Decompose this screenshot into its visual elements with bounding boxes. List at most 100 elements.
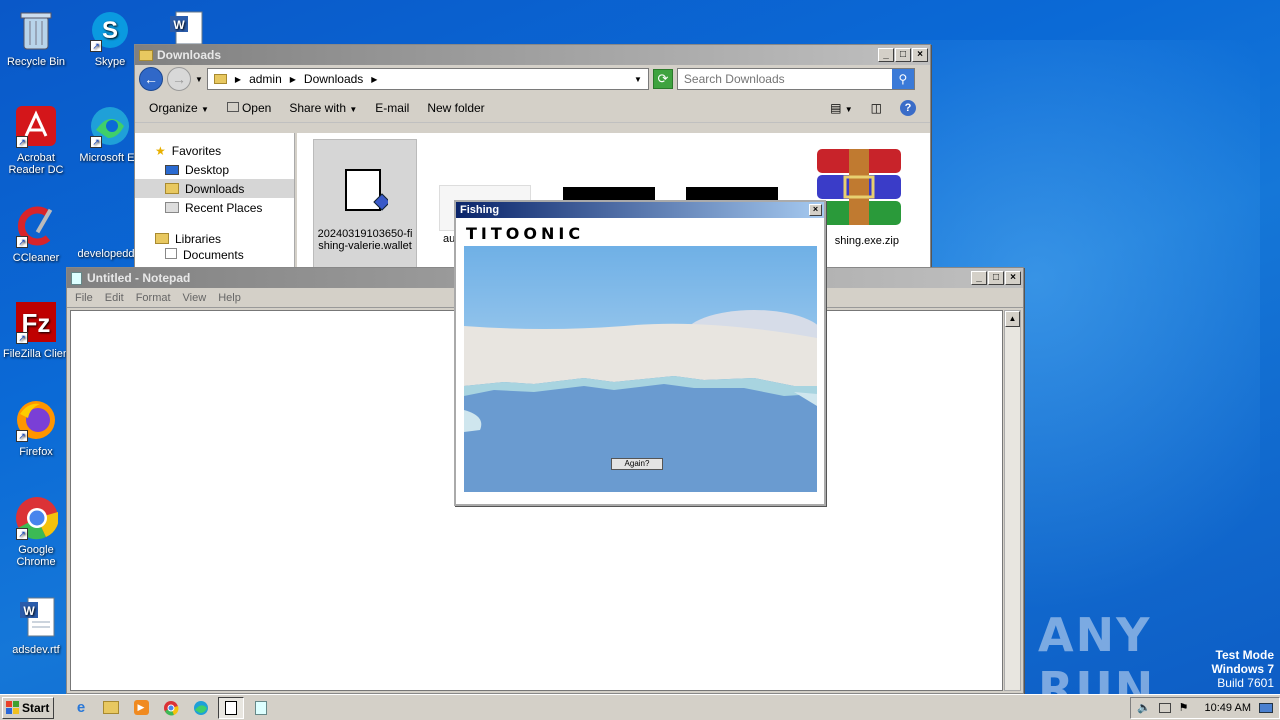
close-button[interactable]: × <box>912 48 928 62</box>
email-button[interactable]: E-mail <box>375 101 409 115</box>
refresh-button[interactable]: ⟳ <box>652 69 673 89</box>
test-mode-text: Test Mode Windows 7 Build 7601 <box>1211 648 1274 690</box>
desktop-icon-firefox[interactable]: ↗ Firefox <box>0 398 72 458</box>
desktop-icon-developedd[interactable]: developedd <box>70 248 142 260</box>
nav-item-label: Desktop <box>185 162 230 177</box>
close-button[interactable]: × <box>809 204 822 216</box>
navigation-pane: ★ Favorites Desktop Downloads Recent Pla… <box>135 133 295 269</box>
taskbar-explorer-button[interactable] <box>98 697 124 719</box>
desktop-icon-ccleaner[interactable]: ↗ CCleaner <box>0 204 72 264</box>
again-button[interactable]: Again? <box>611 458 663 470</box>
breadcrumb-separator-icon[interactable]: ▶ <box>235 75 241 84</box>
back-button[interactable]: ← <box>139 67 163 91</box>
menu-edit[interactable]: Edit <box>105 292 124 304</box>
search-input[interactable] <box>683 72 884 86</box>
organize-button[interactable]: Organize ▼ <box>149 101 209 115</box>
taskbar-edge-button[interactable] <box>188 697 214 719</box>
flag-icon[interactable]: ⚑ <box>1179 701 1189 714</box>
nav-item-documents[interactable]: Documents <box>135 248 294 260</box>
nav-item-downloads[interactable]: Downloads <box>135 179 294 198</box>
share-with-button[interactable]: Share with ▼ <box>289 101 357 115</box>
search-icon[interactable]: ⚲ <box>891 69 914 89</box>
menu-format[interactable]: Format <box>136 292 171 304</box>
breadcrumb-downloads[interactable]: Downloads <box>304 72 363 86</box>
file-name: shing-valerie.wallet <box>318 240 412 252</box>
preview-pane-icon[interactable]: ◫ <box>871 101 882 115</box>
desktop-icon-label: Recycle Bin <box>6 56 66 68</box>
file-item-wallet[interactable]: 20240319103650-fi shing-valerie.wallet <box>313 139 417 271</box>
desktop-icon-acrobat[interactable]: ↗ Acrobat Reader DC <box>0 104 72 176</box>
show-desktop-icon[interactable] <box>1259 702 1273 713</box>
media-player-icon: ▶ <box>133 700 149 715</box>
network-icon[interactable] <box>1158 702 1171 713</box>
desktop-icon-label: developedd <box>77 248 135 260</box>
taskbar-notepad-button[interactable] <box>248 697 274 719</box>
unknown-file-icon <box>345 169 388 211</box>
system-tray: 🔈 ⚑ 10:49 AM <box>1129 696 1280 719</box>
taskbar-chrome-button[interactable] <box>158 697 184 719</box>
taskbar-wallet-button[interactable] <box>218 696 244 719</box>
chrome-icon: ↗ <box>14 496 58 540</box>
test-mode-line: Windows 7 <box>1211 662 1274 676</box>
address-dropdown-icon[interactable]: ▼ <box>634 75 642 84</box>
start-label: Start <box>22 700 50 715</box>
nav-item-desktop[interactable]: Desktop <box>135 160 294 179</box>
open-button[interactable]: Open <box>226 100 272 115</box>
close-button[interactable]: × <box>1005 271 1021 285</box>
share-with-label: Share with <box>289 100 347 115</box>
nav-item-label: Recent Places <box>185 200 263 215</box>
test-mode-line: Build 7601 <box>1217 676 1274 690</box>
maximize-button[interactable]: □ <box>988 271 1004 285</box>
desktop-icon-label: adsdev.rtf <box>12 644 60 656</box>
nav-item-recent-places[interactable]: Recent Places <box>135 198 294 217</box>
help-icon[interactable]: ? <box>900 99 916 116</box>
forward-button[interactable]: → <box>167 67 191 91</box>
menu-help[interactable]: Help <box>218 292 241 304</box>
new-folder-button[interactable]: New folder <box>427 101 484 115</box>
desktop-icon-label: FileZilla Clien <box>2 348 70 360</box>
breadcrumb-admin[interactable]: admin <box>249 72 282 86</box>
nav-item-label: Downloads <box>185 181 245 196</box>
taskbar-ie-button[interactable]: e <box>68 697 94 719</box>
vertical-scrollbar[interactable]: ▲ <box>1004 310 1021 691</box>
menu-view[interactable]: View <box>183 292 207 304</box>
minimize-button[interactable]: _ <box>878 48 894 62</box>
desktop-icon-filezilla[interactable]: Fz ↗ FileZilla Clien <box>0 300 72 360</box>
nav-libraries[interactable]: Libraries <box>135 229 294 248</box>
taskbar-media-player-button[interactable]: ▶ <box>128 697 154 719</box>
clock[interactable]: 10:49 AM <box>1205 702 1251 714</box>
breadcrumb-separator-icon[interactable]: ▶ <box>290 75 296 84</box>
folder-icon <box>103 701 119 714</box>
desktop-icon-chrome[interactable]: ↗ Google Chrome <box>0 496 72 568</box>
view-options-icon[interactable]: ▤ ▼ <box>830 101 853 115</box>
desktop-icon-recycle-bin[interactable]: Recycle Bin <box>0 8 72 68</box>
chrome-icon <box>164 700 179 715</box>
explorer-titlebar[interactable]: Downloads _ □ × <box>135 45 930 65</box>
window-title: Fishing <box>460 204 500 216</box>
test-mode-line: Test Mode <box>1215 648 1274 662</box>
ccleaner-icon: ↗ <box>14 204 58 248</box>
scroll-up-button[interactable]: ▲ <box>1005 311 1020 327</box>
search-box[interactable]: ⚲ <box>676 68 915 90</box>
desktop-icon-adsdev[interactable]: W adsdev.rtf <box>0 596 72 656</box>
ie-icon: e <box>76 699 86 716</box>
start-button[interactable]: Start <box>2 696 54 719</box>
address-row: ← → ▼ ▶ admin ▶ Downloads ▶ ▼ ⟳ ⚲ <box>135 65 930 93</box>
fishing-titlebar[interactable]: Fishing × <box>456 202 824 218</box>
nav-libraries-label: Libraries <box>175 231 222 246</box>
firefox-icon: ↗ <box>14 398 58 442</box>
breadcrumb-separator-icon[interactable]: ▶ <box>371 75 377 84</box>
volume-icon[interactable]: 🔈 <box>1137 701 1151 714</box>
file-name: 20240319103650-fi <box>317 228 413 240</box>
address-bar[interactable]: ▶ admin ▶ Downloads ▶ ▼ <box>206 68 649 90</box>
minimize-button[interactable]: _ <box>971 271 987 285</box>
open-label: Open <box>241 100 272 115</box>
nav-favorites[interactable]: ★ Favorites <box>135 141 294 160</box>
window-title: Downloads <box>157 48 222 62</box>
menu-file[interactable]: File <box>75 292 93 304</box>
notepad-icon <box>255 700 267 715</box>
desktop-icon-label: Acrobat Reader DC <box>8 152 64 176</box>
folder-icon <box>139 49 153 61</box>
chevron-down-icon[interactable]: ▼ <box>195 75 203 84</box>
maximize-button[interactable]: □ <box>895 48 911 62</box>
